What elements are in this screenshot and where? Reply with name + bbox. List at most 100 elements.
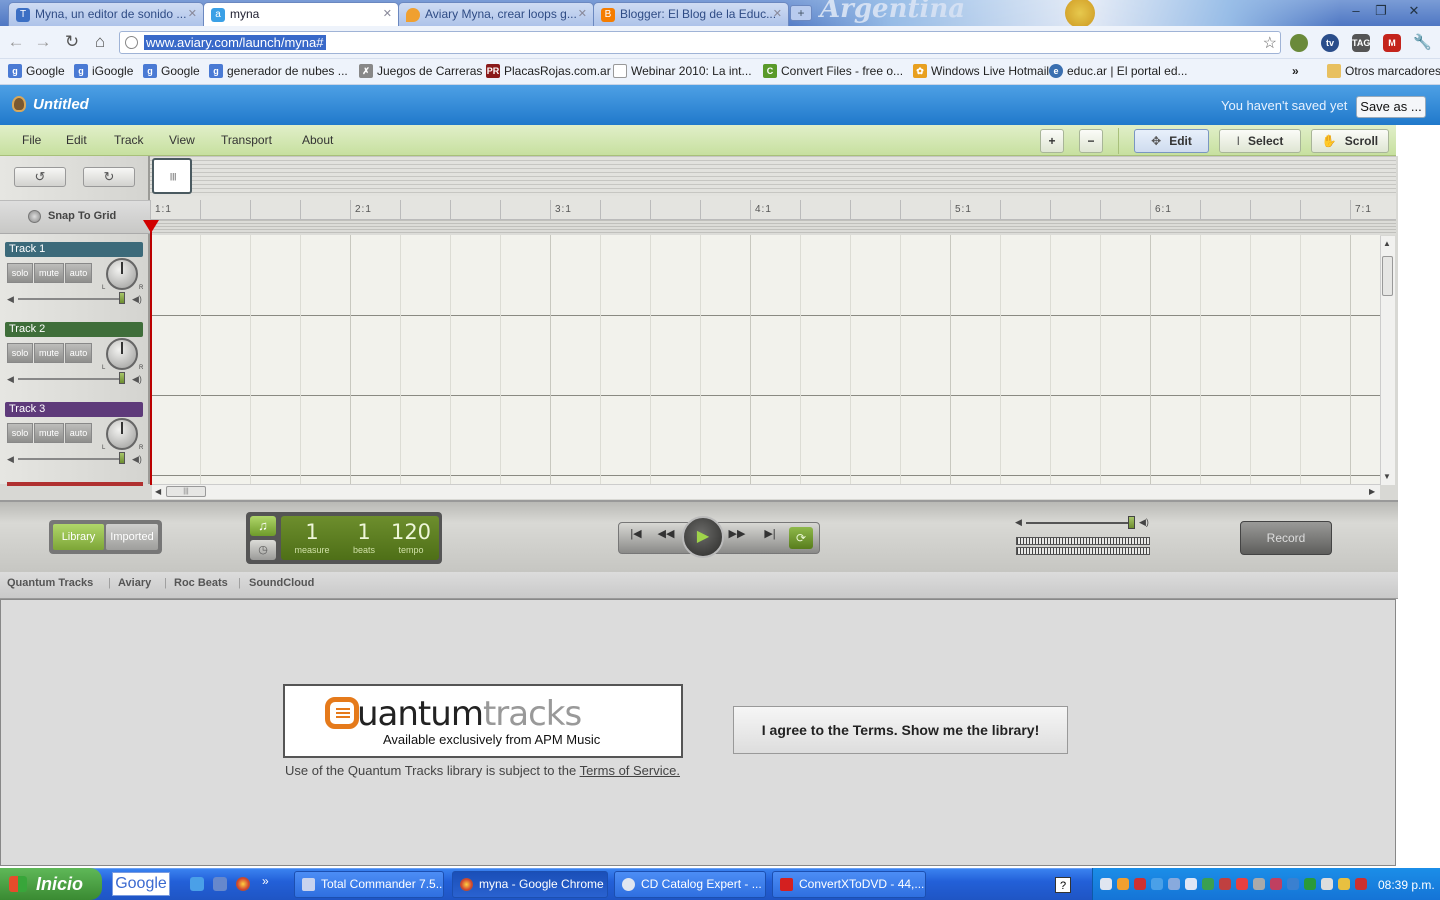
tray-icon[interactable] — [1355, 878, 1367, 890]
track-grid[interactable] — [152, 235, 1380, 484]
task-convertxtodvd[interactable]: ConvertXToDVD - 44,... — [772, 871, 926, 898]
tab-aviary[interactable]: Aviary — [118, 577, 151, 589]
imported-button[interactable]: Imported — [106, 524, 158, 550]
close-tab-icon[interactable]: ✕ — [383, 7, 392, 20]
snap-radio-icon[interactable] — [28, 210, 41, 223]
bookmark-educar[interactable]: e educ.ar | El portal ed... — [1047, 64, 1188, 78]
google-toolbar-search[interactable]: Google — [112, 872, 170, 896]
url-text[interactable]: www.aviary.com/launch/myna# — [144, 35, 326, 50]
horizontal-scrollbar[interactable] — [152, 484, 1380, 499]
tray-icon[interactable] — [1236, 878, 1248, 890]
bookmark-nubes[interactable]: g generador de nubes ... — [207, 64, 348, 78]
snap-to-grid-toggle[interactable]: Snap To Grid — [0, 200, 150, 234]
tray-icon[interactable] — [1321, 878, 1333, 890]
volume-slider-thumb[interactable] — [119, 292, 125, 304]
menu-transport[interactable]: Transport — [221, 133, 272, 147]
bookmark-igoogle[interactable]: g iGoogle — [72, 64, 133, 78]
quicklaunch-app-icon[interactable] — [213, 877, 227, 891]
master-volume-slider[interactable] — [1026, 522, 1134, 524]
play-icon[interactable]: ▶ — [682, 516, 724, 558]
mute-button[interactable]: mute — [34, 263, 64, 283]
pan-knob[interactable] — [106, 418, 138, 450]
restore-icon[interactable]: ❐ — [1370, 2, 1392, 20]
timeline-ruler[interactable] — [150, 196, 1396, 220]
pan-knob[interactable] — [106, 338, 138, 370]
solo-button[interactable]: solo — [7, 263, 33, 283]
browser-tab-blogger[interactable]: B Blogger: El Blog de la Educ... ✕ — [593, 2, 789, 26]
menu-track[interactable]: Track — [114, 133, 144, 147]
task-chrome[interactable]: myna - Google Chrome — [452, 871, 608, 898]
close-tab-icon[interactable]: ✕ — [188, 7, 197, 20]
address-bar[interactable]: www.aviary.com/launch/myna# ☆ — [119, 31, 1281, 54]
start-button[interactable]: Inicio — [0, 868, 102, 900]
auto-button[interactable]: auto — [65, 343, 92, 363]
library-button[interactable]: Library — [53, 524, 104, 550]
select-tool-button[interactable]: I Select — [1219, 129, 1301, 153]
horizontal-scroll-thumb[interactable]: ||| — [166, 486, 206, 497]
volume-slider-thumb[interactable] — [119, 372, 125, 384]
go-to-start-icon[interactable]: |◀ — [623, 527, 649, 540]
scroll-right-icon[interactable]: ▶ — [1369, 487, 1375, 496]
go-to-end-icon[interactable]: ▶| — [757, 527, 783, 540]
volume-slider-thumb[interactable] — [119, 452, 125, 464]
fast-forward-icon[interactable]: ▶▶ — [724, 527, 750, 540]
record-button[interactable]: Record — [1240, 521, 1332, 555]
bookmark-juegos[interactable]: ✗ Juegos de Carreras — [357, 64, 482, 78]
tray-icon[interactable] — [1338, 878, 1350, 890]
metronome-note-icon[interactable]: ♫ — [250, 516, 276, 536]
task-total-commander[interactable]: Total Commander 7.5... — [294, 871, 444, 898]
browser-tab-myna[interactable]: a myna ✕ — [203, 2, 399, 27]
bookmark-star-icon[interactable]: ☆ — [1263, 33, 1277, 53]
timeline-overview[interactable] — [150, 156, 1396, 196]
close-window-icon[interactable]: ✕ — [1403, 2, 1425, 20]
bookmark-webinar[interactable]: Webinar 2010: La int... — [611, 64, 752, 78]
new-tab-button[interactable]: + — [790, 5, 812, 21]
forward-icon[interactable]: → — [32, 31, 54, 53]
loop-icon[interactable]: ⟳ — [789, 527, 813, 549]
bookmark-hotmail[interactable]: ✿ Windows Live Hotmail — [911, 64, 1049, 78]
quicklaunch-overflow-icon[interactable]: » — [262, 874, 269, 888]
tray-icon[interactable] — [1219, 878, 1231, 890]
scroll-up-icon[interactable]: ▲ — [1383, 239, 1391, 248]
menu-edit[interactable]: Edit — [66, 133, 87, 147]
redo-button[interactable]: ↻ — [83, 167, 135, 187]
menu-file[interactable]: File — [22, 133, 41, 147]
back-icon[interactable]: ← — [5, 31, 27, 53]
scroll-left-icon[interactable]: ◀ — [155, 487, 161, 496]
quicklaunch-ie-icon[interactable] — [190, 877, 204, 891]
tempo-value[interactable]: 120 — [388, 520, 434, 544]
auto-button[interactable]: auto — [65, 263, 92, 283]
tray-icon[interactable] — [1100, 878, 1112, 890]
wrench-icon[interactable]: 🔧 — [1413, 34, 1432, 52]
minimize-icon[interactable]: – — [1345, 2, 1367, 20]
tray-icon[interactable] — [1151, 878, 1163, 890]
gmail-icon[interactable]: M — [1383, 34, 1401, 52]
bookmark-google-2[interactable]: g Google — [141, 64, 200, 78]
mute-button[interactable]: mute — [34, 343, 64, 363]
volume-slider-track[interactable] — [18, 378, 124, 380]
agree-terms-button[interactable]: I agree to the Terms. Show me the librar… — [733, 706, 1068, 754]
scroll-tool-button[interactable]: ✋ Scroll — [1311, 129, 1389, 153]
overview-window-handle[interactable]: ||| — [152, 158, 192, 194]
bookmark-placasrojas[interactable]: PR PlacasRojas.com.ar — [484, 64, 611, 78]
tray-icon[interactable] — [1304, 878, 1316, 890]
tray-icon[interactable] — [1202, 878, 1214, 890]
extension-tag-icon[interactable]: TAG — [1352, 34, 1370, 52]
tray-icon[interactable] — [1253, 878, 1265, 890]
tray-icon[interactable] — [1185, 878, 1197, 890]
bookmark-convert-files[interactable]: C Convert Files - free o... — [761, 64, 903, 78]
master-volume-thumb[interactable] — [1128, 516, 1135, 529]
clock-icon[interactable]: ◷ — [250, 540, 276, 560]
tab-soundcloud[interactable]: SoundCloud — [249, 577, 314, 589]
bookmarks-overflow-icon[interactable]: » — [1292, 64, 1299, 78]
zoom-in-icon[interactable]: + — [1040, 129, 1064, 153]
other-bookmarks[interactable]: Otros marcadores — [1325, 64, 1440, 78]
solo-button[interactable]: solo — [7, 423, 33, 443]
browser-tab-aviary-loops[interactable]: Aviary Myna, crear loops g... ✕ — [398, 2, 594, 26]
browser-tab-myna-editor[interactable]: T Myna, un editor de sonido ... ✕ — [8, 2, 204, 26]
volume-slider-track[interactable] — [18, 458, 124, 460]
extension-tv-icon[interactable]: tv — [1321, 34, 1339, 52]
track-name[interactable]: Track 2 — [5, 322, 143, 337]
solo-button[interactable]: solo — [7, 343, 33, 363]
tab-roc-beats[interactable]: Roc Beats — [174, 577, 228, 589]
